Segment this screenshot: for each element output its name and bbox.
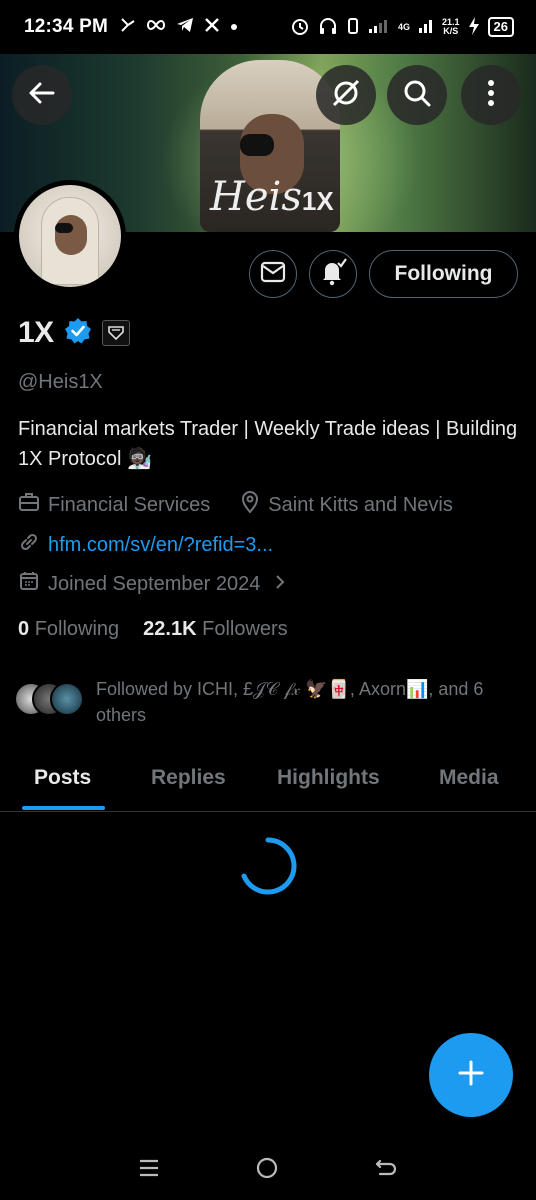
- banner-signature: Heis1X: [210, 174, 334, 220]
- tab-highlights[interactable]: Highlights: [277, 766, 380, 790]
- following-count: 0: [18, 618, 30, 640]
- grok-icon: [330, 77, 362, 114]
- status-right: 4G 21.1 K/S 26: [290, 16, 514, 39]
- followed-by-row[interactable]: Followed by ICHI, £𝒥𝒞 𝒻𝓍 🦅🀄, Axorn📊, and…: [14, 676, 526, 728]
- profile-bio: Financial markets Trader | Weekly Trade …: [18, 418, 518, 470]
- headphones-icon: [318, 16, 338, 39]
- follower-avatars: [14, 682, 86, 722]
- telegram-icon: [176, 17, 194, 38]
- avatar-image: [19, 185, 121, 287]
- bluesky-icon: [120, 17, 136, 38]
- profile-avatar[interactable]: [14, 180, 126, 292]
- search-button[interactable]: [387, 65, 447, 125]
- tab-posts[interactable]: Posts: [34, 766, 91, 790]
- alarm-icon: [290, 16, 310, 39]
- signal-4g-icon: [418, 18, 434, 37]
- profile-stats: 0 Following 22.1K Followers: [18, 618, 288, 641]
- signal-icon: [368, 18, 390, 37]
- system-nav-bar: [0, 1140, 536, 1200]
- profile-link-row: hfm.com/sv/en/?refid=3...: [18, 531, 273, 559]
- back-button[interactable]: [12, 65, 72, 125]
- calendar-icon: [18, 570, 40, 598]
- following-stat[interactable]: 0 Following: [18, 618, 119, 641]
- verified-badge-icon[interactable]: [64, 317, 92, 350]
- following-label: Following: [34, 618, 120, 640]
- plus-icon: [457, 1059, 485, 1092]
- link-icon: [18, 531, 40, 559]
- speed-unit: K/S: [443, 26, 459, 36]
- followers-count: 22.1K: [143, 618, 197, 640]
- followed-by-text: Followed by ICHI, £𝒥𝒞 𝒻𝓍 🦅🀄, Axorn📊, and…: [96, 679, 484, 725]
- network-speed: 21.1 K/S: [442, 18, 460, 36]
- location-pin-icon: [240, 491, 260, 519]
- briefcase-icon: [18, 492, 40, 518]
- following-button[interactable]: Following: [369, 250, 518, 298]
- profile-meta-row: Financial Services Saint Kitts and Nevis: [18, 491, 453, 519]
- search-icon: [402, 78, 432, 113]
- chevron-right-icon: [274, 573, 286, 596]
- notification-icons: [120, 17, 238, 38]
- network-label: 4G: [397, 21, 410, 32]
- vibrate-icon: [346, 17, 360, 38]
- recents-icon[interactable]: [138, 1158, 160, 1183]
- banner-eyepatch: [240, 134, 274, 156]
- avatar-eyepatch: [55, 223, 73, 233]
- charging-icon: [468, 16, 480, 38]
- grok-button[interactable]: [316, 65, 376, 125]
- followers-label: Followers: [202, 618, 288, 640]
- tab-replies[interactable]: Replies: [151, 766, 226, 790]
- status-time: 12:34 PM: [24, 16, 108, 37]
- status-bar: 12:34 PM 4G 21.1 K/S 26: [0, 0, 536, 54]
- battery-indicator: 26: [487, 17, 514, 37]
- profile-category: Financial Services: [48, 493, 211, 516]
- banner-signature-text: Heis: [210, 174, 302, 220]
- notifications-button[interactable]: [309, 250, 357, 298]
- more-vertical-icon: [487, 79, 495, 112]
- profile-name-row: 1X: [18, 316, 130, 350]
- profile-tabs: Posts Replies Highlights Media: [0, 752, 536, 812]
- follower-avatar: [50, 682, 84, 716]
- back-icon[interactable]: [374, 1157, 398, 1184]
- tab-media[interactable]: Media: [439, 766, 499, 790]
- affiliate-badge-icon[interactable]: [101, 320, 130, 346]
- profile-joined-date: Joined September 2024: [48, 572, 261, 595]
- profile-location: Saint Kitts and Nevis: [268, 493, 453, 516]
- message-button[interactable]: [249, 250, 297, 298]
- profile-joined-row[interactable]: Joined September 2024: [18, 570, 286, 598]
- mail-icon: [260, 261, 286, 288]
- active-tab-indicator: [22, 806, 105, 810]
- back-arrow-icon: [27, 78, 57, 113]
- home-icon[interactable]: [255, 1156, 279, 1185]
- x-logo-icon: [204, 17, 220, 38]
- profile-name: 1X: [18, 316, 54, 349]
- loading-spinner: [238, 836, 298, 896]
- profile-website-link[interactable]: hfm.com/sv/en/?refid=3...: [48, 534, 273, 557]
- status-left: 12:34 PM: [24, 16, 238, 38]
- avatar-face: [55, 215, 87, 255]
- more-button[interactable]: [461, 65, 521, 125]
- banner-signature-suffix: 1X: [301, 186, 334, 216]
- infinity-icon: [146, 18, 166, 36]
- bell-check-icon: [318, 257, 348, 292]
- dot-icon: [230, 18, 238, 36]
- profile-handle: @Heis1X: [18, 371, 103, 393]
- compose-button[interactable]: [429, 1033, 513, 1117]
- followers-stat[interactable]: 22.1K Followers: [143, 618, 288, 641]
